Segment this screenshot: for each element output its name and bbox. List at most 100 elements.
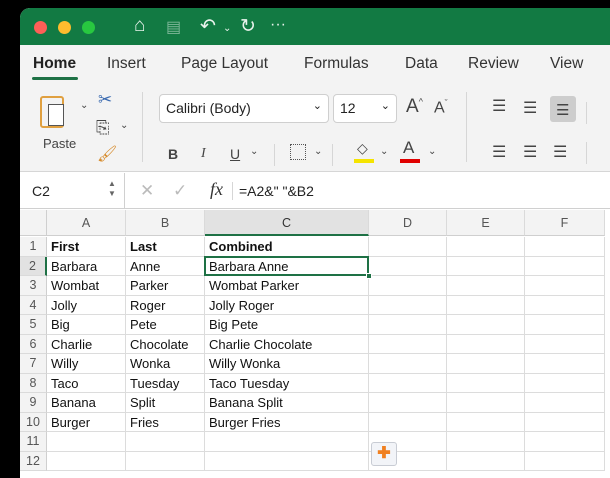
cell-a6[interactable]: Charlie xyxy=(47,334,126,354)
insert-function-icon[interactable]: fx xyxy=(210,179,223,200)
cell-b7[interactable]: Wonka xyxy=(126,354,205,374)
align-top-icon[interactable]: ☰ xyxy=(492,96,506,116)
tab-home[interactable]: Home xyxy=(33,55,76,73)
cell-f11[interactable] xyxy=(525,432,605,452)
cell-c1[interactable]: Combined xyxy=(205,237,369,257)
increase-font-size-icon[interactable]: A^ xyxy=(406,96,423,118)
cell-f1[interactable] xyxy=(525,237,605,257)
copy-dropdown-icon[interactable]: ⌄ xyxy=(120,120,128,131)
row-header-7[interactable]: 7 xyxy=(20,354,47,374)
undo-dropdown-icon[interactable]: ⌄ xyxy=(223,23,231,34)
cell-c12[interactable] xyxy=(205,451,369,471)
cell-a9[interactable]: Banana xyxy=(47,393,126,413)
home-icon[interactable]: ⌂ xyxy=(134,15,145,37)
cell-d1[interactable] xyxy=(369,237,447,257)
cell-f10[interactable] xyxy=(525,412,605,432)
minimize-window-button[interactable] xyxy=(58,21,71,34)
cell-d7[interactable] xyxy=(369,354,447,374)
underline-dropdown-icon[interactable]: ⌄ xyxy=(250,146,258,157)
row-header-6[interactable]: 6 xyxy=(20,334,47,354)
cell-e4[interactable] xyxy=(447,295,525,315)
copy-icon[interactable]: ⎘ xyxy=(96,118,110,138)
flash-fill-options-icon[interactable]: ✚ xyxy=(371,442,397,466)
undo-icon[interactable]: ↶ xyxy=(200,15,216,38)
tab-formulas[interactable]: Formulas xyxy=(304,55,369,73)
cell-c4[interactable]: Jolly Roger xyxy=(205,295,369,315)
close-window-button[interactable] xyxy=(34,21,47,34)
cell-e3[interactable] xyxy=(447,276,525,296)
paste-icon[interactable] xyxy=(40,96,64,128)
more-icon[interactable]: ··· xyxy=(270,16,286,34)
cell-e8[interactable] xyxy=(447,373,525,393)
cell-a10[interactable]: Burger xyxy=(47,412,126,432)
row-header-11[interactable]: 11 xyxy=(20,432,47,452)
cell-f7[interactable] xyxy=(525,354,605,374)
row-header-12[interactable]: 12 xyxy=(20,451,47,471)
cell-a3[interactable]: Wombat xyxy=(47,276,126,296)
cell-c3[interactable]: Wombat Parker xyxy=(205,276,369,296)
row-header-3[interactable]: 3 xyxy=(20,276,47,296)
align-right-icon[interactable]: ☰ xyxy=(553,142,567,162)
cell-d6[interactable] xyxy=(369,334,447,354)
cell-e7[interactable] xyxy=(447,354,525,374)
cell-c11[interactable] xyxy=(205,432,369,452)
fill-color-dropdown-icon[interactable]: ⌄ xyxy=(380,146,388,157)
row-header-9[interactable]: 9 xyxy=(20,393,47,413)
cell-b4[interactable]: Roger xyxy=(126,295,205,315)
cell-c9[interactable]: Banana Split xyxy=(205,393,369,413)
cell-e10[interactable] xyxy=(447,412,525,432)
borders-dropdown-icon[interactable]: ⌄ xyxy=(314,146,322,157)
cell-b6[interactable]: Chocolate xyxy=(126,334,205,354)
maximize-window-button[interactable] xyxy=(82,21,95,34)
cell-c2[interactable]: Barbara Anne xyxy=(205,256,369,276)
cell-e2[interactable] xyxy=(447,256,525,276)
borders-icon[interactable] xyxy=(290,144,306,160)
italic-button[interactable]: I xyxy=(201,146,206,162)
column-header-d[interactable]: D xyxy=(369,210,447,236)
column-header-a[interactable]: A xyxy=(47,210,126,236)
cell-c6[interactable]: Charlie Chocolate xyxy=(205,334,369,354)
cell-a12[interactable] xyxy=(47,451,126,471)
cell-a1[interactable]: First xyxy=(47,237,126,257)
save-icon[interactable]: ▤ xyxy=(166,17,181,37)
cell-f2[interactable] xyxy=(525,256,605,276)
cell-e9[interactable] xyxy=(447,393,525,413)
cell-e11[interactable] xyxy=(447,432,525,452)
cell-d9[interactable] xyxy=(369,393,447,413)
cell-f8[interactable] xyxy=(525,373,605,393)
cell-f5[interactable] xyxy=(525,315,605,335)
font-color-icon[interactable]: A xyxy=(403,138,414,158)
fill-color-icon[interactable]: ◇ xyxy=(357,140,368,157)
tab-insert[interactable]: Insert xyxy=(107,55,146,73)
cell-d2[interactable] xyxy=(369,256,447,276)
cell-b3[interactable]: Parker xyxy=(126,276,205,296)
cell-f12[interactable] xyxy=(525,451,605,471)
column-header-c[interactable]: C xyxy=(205,210,369,236)
enter-icon[interactable]: ✓ xyxy=(173,181,187,201)
bold-button[interactable]: B xyxy=(168,146,178,162)
name-box-stepper-icon[interactable]: ▲ ▼ xyxy=(108,179,116,199)
align-center-icon[interactable]: ☰ xyxy=(523,142,537,162)
cell-f3[interactable] xyxy=(525,276,605,296)
cell-a8[interactable]: Taco xyxy=(47,373,126,393)
redo-icon[interactable]: ↻ xyxy=(240,15,256,38)
tab-review[interactable]: Review xyxy=(468,55,519,73)
cell-e6[interactable] xyxy=(447,334,525,354)
cell-d4[interactable] xyxy=(369,295,447,315)
cell-b5[interactable]: Pete xyxy=(126,315,205,335)
cell-e12[interactable] xyxy=(447,451,525,471)
name-box[interactable]: C2 ▲ ▼ xyxy=(20,173,125,209)
cell-e5[interactable] xyxy=(447,315,525,335)
row-header-2[interactable]: 2 xyxy=(20,256,47,276)
tab-view[interactable]: View xyxy=(550,55,583,73)
tab-page-layout[interactable]: Page Layout xyxy=(181,55,268,73)
cell-d8[interactable] xyxy=(369,373,447,393)
row-header-10[interactable]: 10 xyxy=(20,412,47,432)
cut-icon[interactable]: ✂ xyxy=(98,90,112,110)
cell-c5[interactable]: Big Pete xyxy=(205,315,369,335)
cancel-icon[interactable]: ✕ xyxy=(140,181,154,201)
font-name-select[interactable]: Calibri (Body) ⌄ xyxy=(159,94,329,123)
font-color-dropdown-icon[interactable]: ⌄ xyxy=(428,146,436,157)
cell-c10[interactable]: Burger Fries xyxy=(205,412,369,432)
fill-handle[interactable] xyxy=(366,273,372,279)
